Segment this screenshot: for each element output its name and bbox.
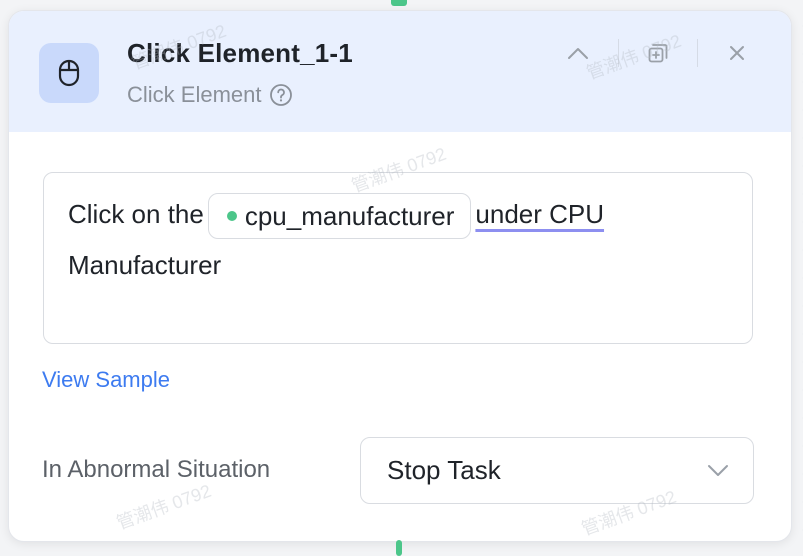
mouse-icon bbox=[58, 59, 80, 87]
view-sample-link[interactable]: View Sample bbox=[42, 367, 170, 393]
abnormal-situation-select[interactable]: Stop Task bbox=[360, 437, 754, 504]
instruction-prefix: Click on the bbox=[68, 199, 204, 229]
collapse-button[interactable] bbox=[564, 39, 592, 67]
node-type-badge bbox=[39, 43, 99, 103]
element-reference-link[interactable]: under CPU bbox=[475, 199, 604, 229]
instruction-editor[interactable]: Click on the cpu_manufacturer under CPU Ma… bbox=[43, 172, 753, 344]
output-connector[interactable] bbox=[396, 540, 402, 556]
duplicate-icon bbox=[648, 44, 668, 63]
node-type-row: Click Element bbox=[127, 82, 293, 108]
help-icon[interactable] bbox=[269, 83, 293, 107]
node-type-label: Click Element bbox=[127, 82, 262, 107]
watermark: 管潮伟 0792 bbox=[113, 480, 214, 534]
close-button[interactable] bbox=[723, 39, 751, 67]
chevron-up-icon bbox=[568, 48, 588, 59]
instruction-suffix: Manufacturer bbox=[68, 250, 222, 280]
header-divider bbox=[618, 39, 619, 67]
parameter-status-dot bbox=[226, 211, 237, 222]
parameter-chip[interactable]: cpu_manufacturer bbox=[207, 193, 472, 240]
workflow-canvas: Click Element_1-1 Click Element Click on… bbox=[0, 0, 803, 556]
abnormal-situation-label: In Abnormal Situation bbox=[42, 456, 271, 483]
input-connector[interactable] bbox=[391, 0, 407, 6]
node-title[interactable]: Click Element_1-1 bbox=[127, 38, 353, 69]
header-divider bbox=[697, 39, 698, 67]
duplicate-button[interactable] bbox=[644, 39, 672, 67]
close-icon bbox=[730, 46, 744, 60]
node-card[interactable]: Click Element_1-1 Click Element Click on… bbox=[8, 10, 792, 542]
chevron-down-icon bbox=[708, 464, 728, 476]
parameter-name: cpu_manufacturer bbox=[244, 201, 455, 232]
abnormal-situation-value: Stop Task bbox=[387, 455, 501, 485]
node-header: Click Element_1-1 Click Element bbox=[9, 11, 791, 132]
